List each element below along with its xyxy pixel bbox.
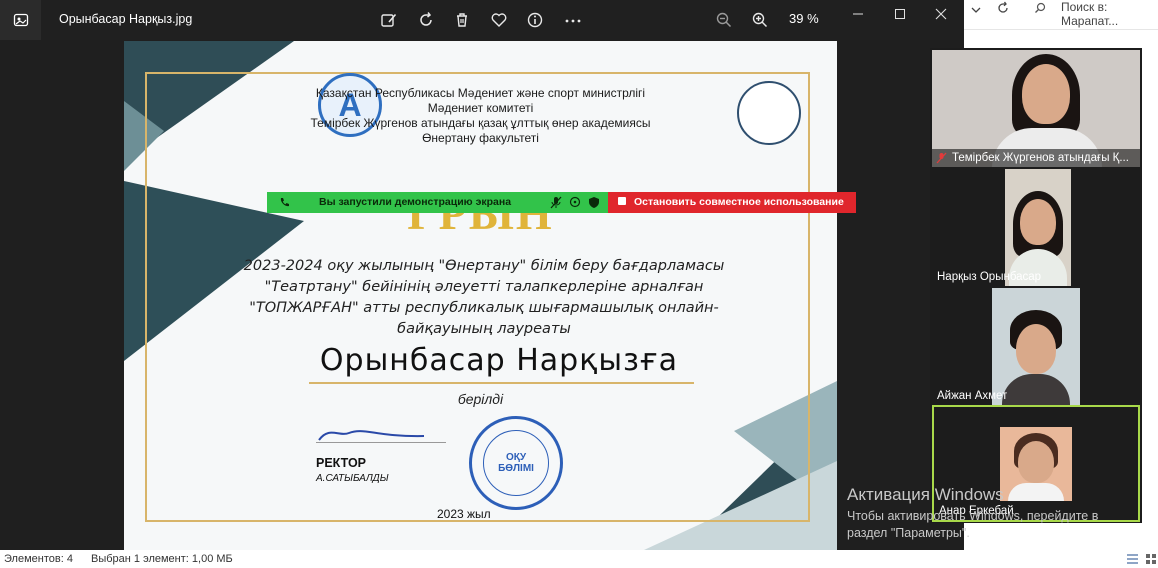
participant-tile[interactable]: Темірбек Жүргенов атындағы Қ...: [932, 50, 1140, 167]
zoom-out-icon[interactable]: [712, 8, 736, 32]
maximize-icon[interactable]: [886, 4, 914, 24]
photos-app-icon[interactable]: [0, 0, 41, 40]
activation-line-2: раздел "Параметры".: [847, 526, 970, 540]
screen-share-status-bar: Вы запустили демонстрацию экрана: [267, 192, 608, 213]
share-status-text: Вы запустили демонстрацию экрана: [319, 196, 512, 208]
stop-icon: [618, 197, 626, 205]
award-text: 2023-2024 оқу жылының "Өнертану" білім б…: [234, 256, 734, 340]
participant-name: Темірбек Жүргенов атындағы Қ...: [952, 152, 1129, 164]
phone-icon: [280, 198, 289, 207]
org-line-academy: Темірбек Жүргенов атындағы қазақ ұлттық …: [310, 116, 651, 130]
activation-title: Активация Windows: [847, 485, 1004, 504]
mic-muted-icon: [936, 152, 947, 164]
minimize-icon[interactable]: [844, 4, 872, 24]
participant-shoulders: [1002, 374, 1070, 405]
chevron-down-icon[interactable]: [970, 4, 982, 16]
edit-image-icon[interactable]: [377, 8, 401, 32]
stamp-line-2: БӨЛІМІ: [498, 463, 534, 474]
explorer-status-bar: Элементов: 4 Выбран 1 элемент: 1,00 МБ: [0, 550, 1158, 568]
award-line-1: 2023-2024 оқу жылының "Өнертану" білім б…: [243, 258, 725, 274]
participant-face: [1020, 199, 1056, 245]
stop-sharing-label: Остановить совместное использование: [634, 196, 844, 208]
activation-line-1: Чтобы активировать Windows, перейдите в: [847, 509, 1099, 523]
award-line-3: "ТОПЖАРҒАН" атты республикалық шығармашы…: [249, 300, 719, 316]
stamp-line-1: ОҚУ: [505, 452, 527, 463]
photo-viewer-window: Орынбасар Нарқыз.jpg 39 % А Қазақстан Ре…: [0, 0, 964, 550]
file-title: Орынбасар Нарқыз.jpg: [59, 12, 193, 26]
share-options-icon[interactable]: [569, 196, 581, 208]
participant-tile[interactable]: Айжан Ахмет: [932, 288, 1140, 405]
favorite-heart-icon[interactable]: [487, 8, 511, 32]
tiles-view-icon[interactable]: [1145, 553, 1157, 565]
org-line-committee: Мәдениет комитеті: [427, 101, 534, 115]
rotate-icon[interactable]: [414, 8, 438, 32]
search-icon: [1035, 2, 1046, 13]
search-placeholder: Поиск в: Марапат...: [1061, 0, 1119, 28]
mic-muted-icon[interactable]: [550, 196, 562, 209]
org-line-ministry: Қазақстан Республикасы Мәдениет және спо…: [315, 86, 646, 100]
info-icon[interactable]: [523, 8, 547, 32]
status-item-count: Элементов: 4: [4, 553, 73, 565]
shield-icon[interactable]: [588, 196, 600, 209]
certificate-year: 2023 жыл: [437, 507, 491, 521]
stop-sharing-button[interactable]: Остановить совместное использование: [608, 192, 856, 213]
close-icon[interactable]: [927, 4, 955, 24]
refresh-icon[interactable]: [996, 1, 1010, 15]
participant-name: Айжан Ахмет: [937, 390, 1008, 402]
participant-face: [1022, 64, 1070, 124]
delete-icon[interactable]: [450, 8, 474, 32]
award-line-2: "Театртану" бейінінің әлеуетті талапкерл…: [264, 279, 704, 295]
status-selection: Выбран 1 элемент: 1,00 МБ: [91, 553, 233, 565]
participant-face: [1018, 441, 1054, 483]
participant-video: [1005, 169, 1071, 286]
rector-name: А.САТЫБАЛДЫ: [316, 473, 389, 484]
participant-video: [992, 288, 1080, 405]
signature-line: [316, 442, 446, 443]
recipient-underline: [309, 382, 694, 384]
explorer-search-input[interactable]: Поиск в: Марапат...: [1024, 0, 1158, 28]
org-line-faculty: Өнертану факультеті: [422, 131, 539, 145]
award-line-4: байқауының лауреаты: [397, 321, 571, 337]
participant-tile[interactable]: Нарқыз Орынбасар: [932, 169, 1140, 286]
zoom-in-icon[interactable]: [748, 8, 772, 32]
video-gallery-panel: Темірбек Жүргенов атындағы Қ... Нарқыз О…: [930, 48, 1142, 523]
zoom-level[interactable]: 39 %: [789, 11, 819, 26]
participant-face: [1016, 324, 1056, 374]
rector-title: РЕКТОР: [316, 456, 366, 470]
participant-name: Нарқыз Орынбасар: [937, 271, 1042, 283]
education-dept-stamp: ОҚУ БӨЛІМІ: [469, 416, 563, 510]
details-view-icon[interactable]: [1126, 553, 1139, 565]
given-label: берілді: [457, 391, 504, 407]
more-options-icon[interactable]: [561, 8, 585, 32]
certificate-organization: Қазақстан Республикасы Мәдениет және спо…: [124, 86, 837, 146]
windows-activation-watermark: Активация Windows Чтобы активировать Win…: [847, 485, 1098, 542]
desktop: Орынбасар Нарқыз.jpg 39 % А Қазақстан Ре…: [0, 0, 1158, 568]
viewer-titlebar: Орынбасар Нарқыз.jpg 39 %: [0, 0, 964, 40]
stamp-inner: ОҚУ БӨЛІМІ: [483, 430, 549, 496]
certificate-image: А Қазақстан Республикасы Мәдениет және с…: [124, 41, 837, 550]
recipient-name: Орынбасар Нарқызға: [319, 343, 679, 378]
